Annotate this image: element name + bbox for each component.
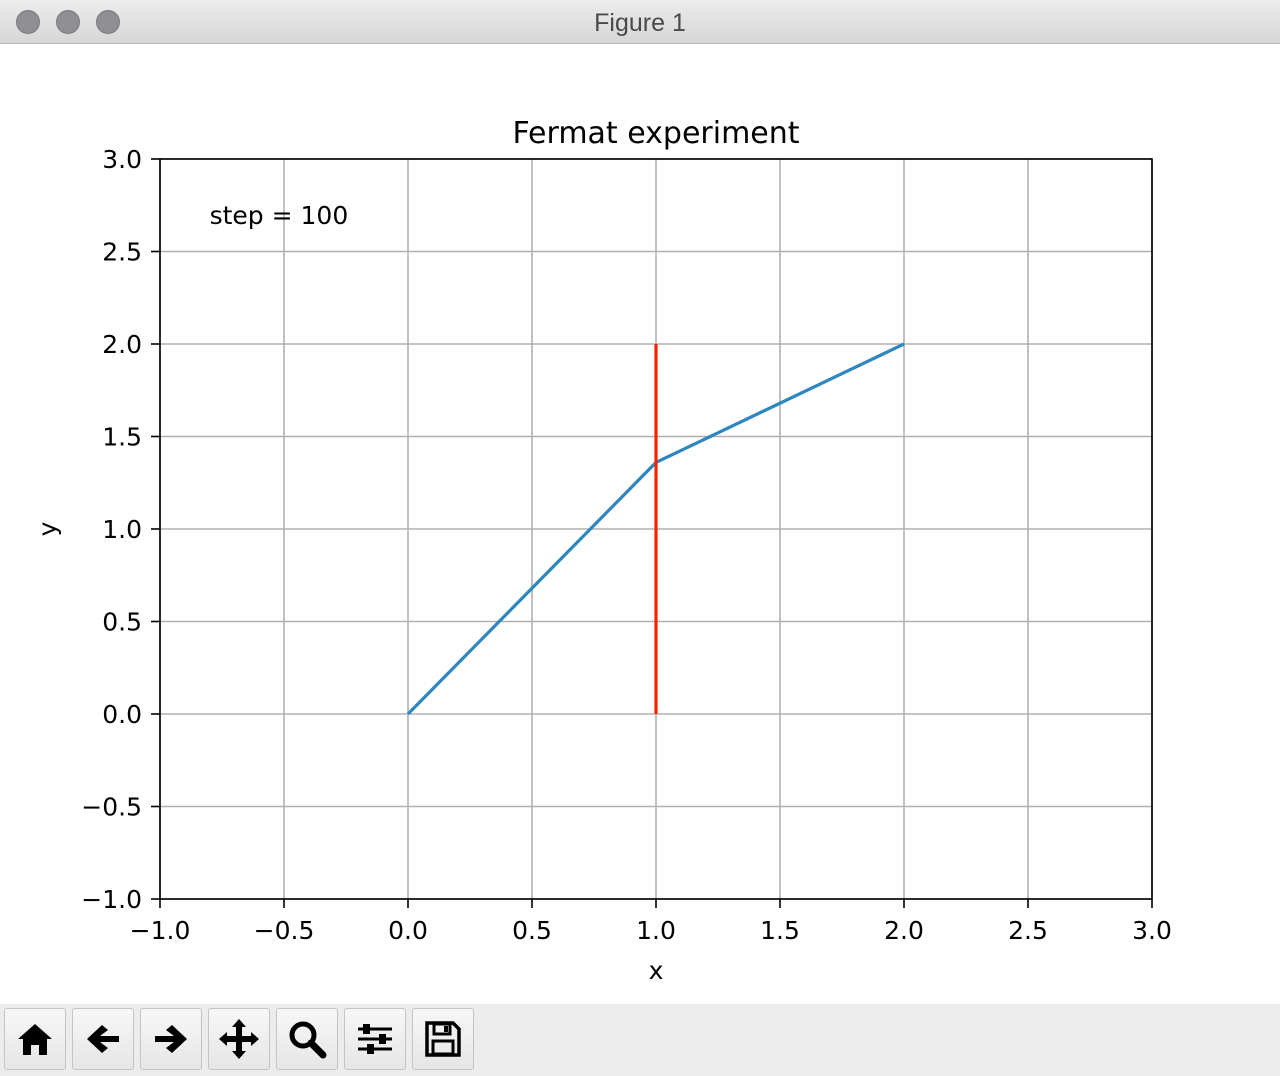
y-tick-label: −0.5 <box>81 793 142 822</box>
annotations: step = 100 <box>210 201 349 230</box>
pan-button[interactable] <box>208 1008 270 1070</box>
home-button[interactable] <box>4 1008 66 1070</box>
annotation-text: step = 100 <box>210 201 349 230</box>
y-tick-label: −1.0 <box>81 885 142 914</box>
forward-button[interactable] <box>140 1008 202 1070</box>
plot-svg: −1.0 −0.5 0.0 0.5 1.0 1.5 2.0 2.5 3.0 −1.0 −0.5 0.0… <box>33 116 1172 985</box>
x-tick-label: 1.5 <box>760 916 800 945</box>
window-titlebar: Figure 1 <box>0 0 1280 44</box>
x-tick-label: 2.5 <box>1008 916 1048 945</box>
sliders-icon <box>358 1024 392 1054</box>
x-tick-label: −0.5 <box>254 916 315 945</box>
save-button[interactable] <box>412 1008 474 1070</box>
zoom-button[interactable] <box>276 1008 338 1070</box>
figure-canvas[interactable]: −1.0 −0.5 0.0 0.5 1.0 1.5 2.0 2.5 3.0 −1.0 −0.5 0.0… <box>0 44 1280 1004</box>
floppy-disk-icon <box>425 1021 461 1057</box>
x-tick-label: −1.0 <box>130 916 191 945</box>
x-tick-label: 3.0 <box>1132 916 1172 945</box>
x-tick-label: 1.0 <box>636 916 676 945</box>
x-tick-label: 2.0 <box>884 916 924 945</box>
magnifier-icon <box>289 1021 327 1059</box>
y-axis-label: y <box>33 521 62 536</box>
ticks: −1.0 −0.5 0.0 0.5 1.0 1.5 2.0 2.5 3.0 −1.0 −0.5 0.0… <box>81 145 1172 945</box>
y-tick-label: 3.0 <box>102 145 142 174</box>
y-tick-label: 0.5 <box>102 608 142 637</box>
y-tick-label: 0.0 <box>102 700 142 729</box>
move-arrows-icon <box>219 1019 259 1059</box>
x-tick-label: 0.0 <box>388 916 428 945</box>
configure-subplots-button[interactable] <box>344 1008 406 1070</box>
arrow-left-icon <box>87 1025 119 1053</box>
back-button[interactable] <box>72 1008 134 1070</box>
home-icon <box>18 1024 52 1055</box>
y-tick-label: 1.5 <box>102 423 142 452</box>
navigation-toolbar <box>0 1004 1280 1076</box>
x-axis-label: x <box>649 956 664 985</box>
arrow-right-icon <box>155 1025 187 1053</box>
y-tick-label: 1.0 <box>102 515 142 544</box>
y-tick-label: 2.5 <box>102 238 142 267</box>
x-tick-label: 0.5 <box>512 916 552 945</box>
chart-title: Fermat experiment <box>512 116 799 151</box>
y-tick-label: 2.0 <box>102 330 142 359</box>
window-title: Figure 1 <box>594 9 686 37</box>
